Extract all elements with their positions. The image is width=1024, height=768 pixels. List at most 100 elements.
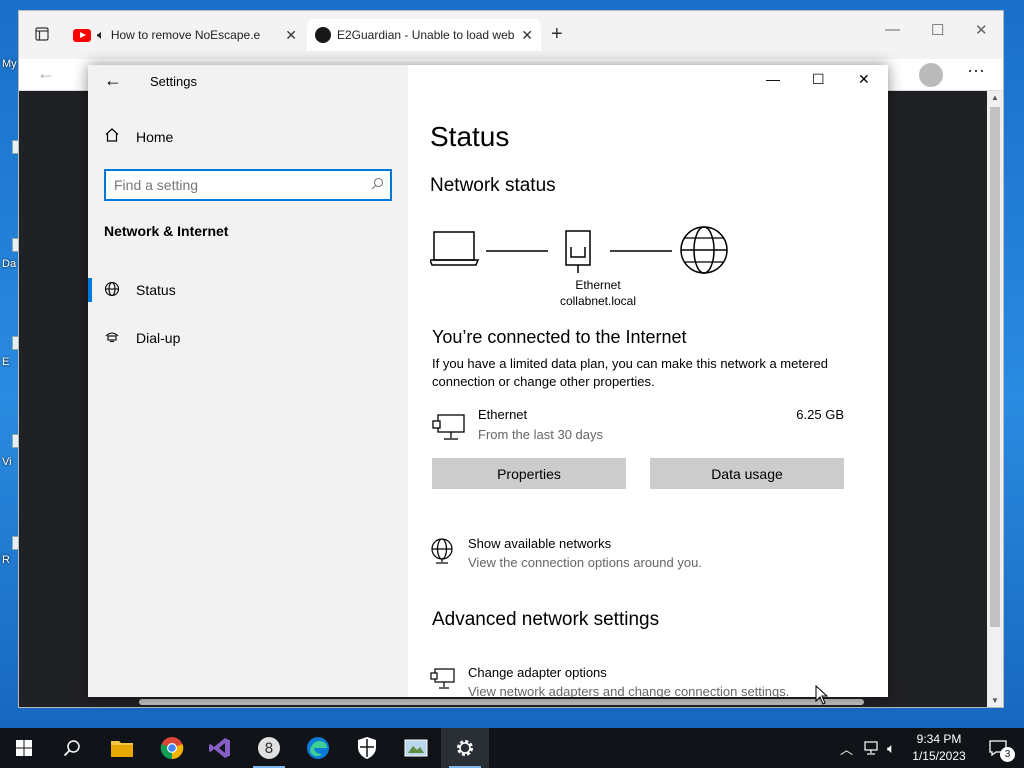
tab-title: How to remove NoEscape.e [110, 28, 261, 42]
desktop-label[interactable]: My [2, 58, 17, 70]
scroll-thumb[interactable] [990, 107, 1000, 627]
mouse-cursor-icon [815, 685, 829, 705]
connection-row: Ethernet From the last 30 days 6.25 GB [432, 407, 844, 449]
minimize-icon[interactable]: — [885, 21, 900, 38]
more-icon[interactable]: ⋯ [967, 61, 986, 82]
profile-avatar[interactable] [919, 63, 943, 87]
network-globe-icon [430, 538, 454, 569]
home-label: Home [136, 128, 174, 145]
desktop-label[interactable]: Vi [2, 456, 12, 468]
data-usage-value: 6.25 GB [796, 407, 844, 422]
clock-date: 1/15/2023 [912, 749, 966, 763]
clock-time: 9:34 PM [916, 732, 962, 746]
globe-icon [104, 281, 124, 300]
browser-tab-active[interactable]: E2Guardian - Unable to load web ✕ [307, 19, 541, 51]
search-icon [63, 740, 80, 757]
back-icon[interactable]: ← [37, 63, 55, 84]
sidebar-item-label: Status [136, 282, 176, 298]
taskbar: 8 ︿ 🔈︎ 9:34 PM 1/15/2023 3 [0, 728, 1024, 768]
close-tab-icon[interactable]: ✕ [285, 27, 297, 44]
page-title: Status [430, 121, 510, 152]
tab-title: E2Guardian - Unable to load web [337, 28, 515, 42]
gear-icon [457, 740, 473, 756]
advanced-heading: Advanced network settings [432, 609, 660, 630]
data-usage-button[interactable]: Data usage [650, 458, 844, 489]
ethernet-icon [565, 230, 591, 273]
search-button[interactable] [48, 728, 96, 768]
settings-main: — ☐ ✕ Status Network status Ethernet col… [408, 65, 888, 697]
control-panel-icon[interactable] [392, 728, 440, 768]
clock[interactable]: 9:34 PM 1/15/2023 [906, 731, 972, 765]
settings-window: ← Settings Home Network & Internet Statu… [88, 65, 888, 697]
file-explorer-icon[interactable] [98, 728, 146, 768]
start-button[interactable] [0, 728, 48, 768]
windows-logo-icon [16, 740, 32, 756]
tab-bar: 🔈︎ How to remove NoEscape.e ✕ E2Guardian… [19, 11, 1003, 59]
section-title: Network & Internet [104, 223, 229, 239]
chevron-up-icon[interactable]: ︿ [840, 739, 853, 758]
link-title: Change adapter options [468, 665, 607, 680]
network-status-heading: Network status [430, 175, 556, 196]
back-arrow-icon[interactable]: ← [104, 70, 122, 91]
network-adapter-icon [432, 413, 466, 448]
adapter-label: Ethernet collabnet.local [548, 277, 648, 309]
svg-text:8: 8 [265, 741, 274, 757]
tab-actions-icon[interactable] [31, 23, 53, 45]
sidebar-item-dialup[interactable]: Dial-up [88, 320, 408, 356]
settings-sidebar: ← Settings Home Network & Internet Statu… [88, 65, 408, 697]
adapter-name: Ethernet [575, 278, 621, 292]
scroll-down-icon[interactable]: ▼ [991, 696, 999, 705]
change-adapter-link[interactable]: Change adapter options View network adap… [430, 665, 850, 697]
system-tray: ︿ 🔈︎ [840, 728, 895, 768]
speaker-icon[interactable]: 🔈︎ [97, 27, 105, 43]
notification-button[interactable]: 3 [978, 728, 1018, 768]
close-tab-icon[interactable]: ✕ [521, 27, 533, 44]
link-description: View the connection options around you. [468, 555, 702, 570]
home-nav[interactable]: Home [104, 127, 173, 146]
desktop-label[interactable]: Da [2, 258, 16, 270]
maximize-icon[interactable]: ☐ [812, 71, 825, 88]
browser-tab[interactable]: 🔈︎ How to remove NoEscape.e ✕ [65, 19, 305, 51]
home-icon [104, 127, 124, 146]
sidebar-item-status[interactable]: Status [88, 272, 408, 308]
desktop-label[interactable]: E [2, 356, 9, 368]
dialup-icon [104, 329, 124, 348]
new-tab-button[interactable]: + [551, 23, 563, 46]
close-icon[interactable]: ✕ [975, 21, 988, 39]
network-diagram: Ethernet collabnet.local [428, 225, 750, 315]
volume-icon[interactable]: 🔈︎ [887, 740, 895, 757]
adapter-icon [430, 667, 456, 697]
minimize-icon[interactable]: — [766, 71, 780, 87]
laptop-icon [428, 231, 480, 266]
window-title: Settings [150, 74, 197, 89]
scroll-up-icon[interactable]: ▲ [991, 93, 999, 102]
search-input[interactable] [106, 171, 356, 199]
link-description: View network adapters and change connect… [468, 684, 790, 697]
search-box[interactable] [104, 169, 392, 201]
windows-security-icon[interactable] [343, 728, 391, 768]
maximize-icon[interactable]: ☐ [931, 21, 944, 39]
github-icon [315, 27, 331, 43]
visual-studio-icon[interactable] [196, 728, 244, 768]
app-8-icon[interactable]: 8 [245, 728, 293, 768]
connection-name: Ethernet [478, 407, 528, 422]
edge-icon[interactable] [294, 728, 342, 768]
network-diagram-graphic [428, 226, 728, 274]
horizontal-scrollbar[interactable] [139, 699, 864, 705]
youtube-icon [73, 28, 91, 42]
notification-badge: 3 [1000, 747, 1015, 762]
desktop-label[interactable]: R [2, 554, 10, 566]
network-tray-icon[interactable] [863, 741, 879, 755]
globe-icon [680, 226, 728, 274]
usage-period: From the last 30 days [478, 427, 603, 442]
settings-taskbar-icon[interactable] [441, 728, 489, 768]
properties-button[interactable]: Properties [432, 458, 626, 489]
link-title: Show available networks [468, 536, 612, 551]
close-icon[interactable]: ✕ [858, 71, 870, 88]
search-icon[interactable] [371, 177, 384, 193]
connected-description: If you have a limited data plan, you can… [432, 356, 828, 389]
vertical-scrollbar[interactable]: ▲ ▼ [987, 91, 1003, 707]
sidebar-item-label: Dial-up [136, 330, 181, 346]
chrome-icon[interactable] [148, 728, 196, 768]
show-networks-link[interactable]: Show available networks View the connect… [430, 536, 850, 576]
